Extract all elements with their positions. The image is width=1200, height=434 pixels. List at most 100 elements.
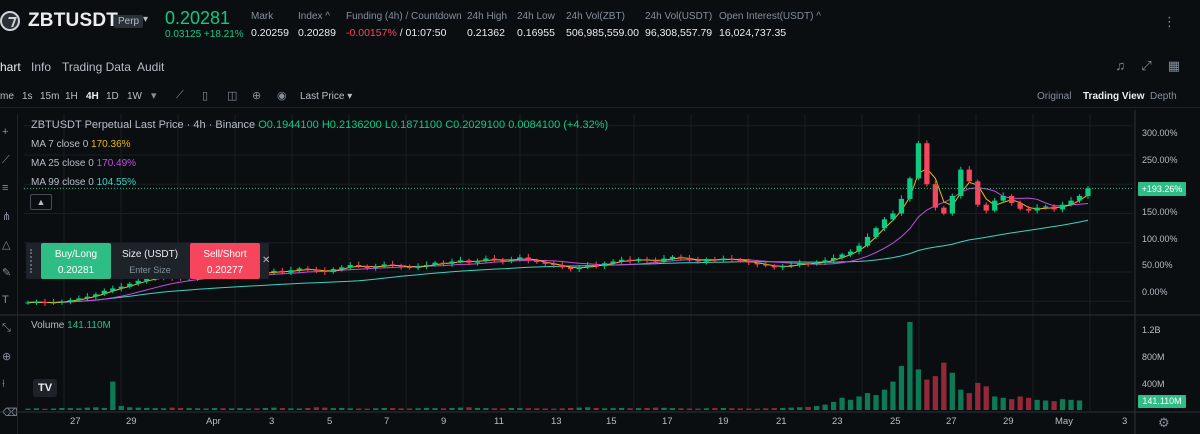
interval-1d[interactable]: 1D [106, 91, 119, 102]
current-volume-tag: 141.110M [1138, 395, 1186, 408]
ma25-legend[interactable]: MA 25 close 0 170.49% [31, 158, 136, 169]
last-price: 0.20281 [165, 8, 231, 28]
symbol-dropdown-icon[interactable]: ▾ [143, 14, 148, 25]
volume-bar [161, 408, 167, 410]
candle-body [983, 204, 989, 211]
interval-4h[interactable]: 4H [86, 91, 99, 102]
volume-bar [339, 407, 345, 410]
tab-trading-data[interactable]: Trading Data [62, 60, 131, 74]
candle-body [542, 262, 548, 264]
view-depth[interactable]: Depth [1150, 91, 1177, 102]
candle-body [127, 283, 133, 287]
candle-body [941, 207, 947, 214]
volume-bar [635, 408, 642, 410]
volume-bar [839, 397, 845, 410]
grid-layout-icon[interactable]: ▦ [1168, 58, 1180, 73]
collapse-legend-button[interactable]: ▲ [30, 194, 52, 210]
candle-body [576, 267, 582, 270]
candle-body [50, 302, 57, 304]
volume-bar [932, 376, 938, 410]
candle-body [881, 219, 888, 229]
volume-bar [517, 408, 523, 410]
volume-bar [975, 382, 981, 410]
volume-axis-tick: 400M [1142, 379, 1165, 389]
stat-value: 0.21362 [467, 27, 505, 39]
candle-body [890, 213, 896, 220]
size-input[interactable]: Size (USDT) Enter Size [113, 243, 187, 279]
expand-icon[interactable]: ⤢ [1141, 58, 1151, 73]
tradingview-logo[interactable]: TV [33, 379, 57, 397]
volume-bar [84, 407, 90, 410]
candle-body [1000, 195, 1006, 201]
volume-bar [406, 408, 413, 410]
sell-short-button[interactable]: Sell/Short 0.20277 [190, 243, 260, 279]
chevron-down-icon[interactable]: ▾ [151, 89, 157, 102]
candle-body [364, 266, 370, 268]
interval-15m[interactable]: 15m [40, 91, 59, 102]
interval-1h[interactable]: 1H [65, 91, 78, 102]
volume-bar [941, 362, 947, 410]
volume-bar [500, 408, 506, 410]
camera-icon[interactable]: ◫ [227, 89, 237, 102]
candle-body [1059, 204, 1066, 210]
candle-body [1034, 207, 1040, 211]
volume-bar [93, 407, 99, 410]
candle-body [924, 143, 930, 185]
close-icon[interactable]: ✕ [262, 255, 270, 266]
volume-bar [788, 407, 794, 410]
volume-bar [1000, 397, 1006, 410]
price-type-select[interactable]: Last Price ▾ [300, 91, 352, 102]
view-original[interactable]: Original [1037, 91, 1071, 102]
candle-body [84, 296, 90, 299]
ma99-label: MA 99 close 0 [31, 177, 94, 188]
bell-icon[interactable]: ♫ [1116, 58, 1126, 73]
volume-bar [949, 372, 955, 410]
tab-info[interactable]: Info [31, 60, 51, 74]
volume-bar [508, 407, 514, 410]
candle-type-icon[interactable]: ▯ [202, 89, 208, 102]
volume-bar [67, 408, 74, 410]
candle-body [534, 260, 540, 263]
symbol-name[interactable]: ZBTUSDT [28, 10, 118, 32]
candle-body [873, 228, 879, 237]
volume-bar [966, 393, 972, 410]
chart-title: ZBTUSDT Perpetual Last Price · 4h · Bina… [31, 119, 256, 131]
volume-bar [152, 408, 158, 410]
view-trading-view[interactable]: Trading View [1083, 91, 1145, 102]
stat-value: 506,985,559.00 [566, 27, 639, 39]
stat-value: 16,024,737.35 [719, 27, 787, 39]
candle-body [356, 265, 362, 267]
volume-bar [33, 408, 40, 410]
chart-toolbar: me 1s 15m 1H 4H 1D 1W ▾ ⟋ ▯ ◫ ⊕ ◉ Last P… [0, 86, 1200, 108]
volume-bar [559, 408, 565, 410]
stat-open-interest[interactable]: Open Interest(USDT) ^ 16,024,737.35 [719, 11, 821, 39]
volume-bar [25, 408, 31, 410]
volume-bar [1034, 399, 1040, 410]
volume-bar [610, 408, 616, 410]
candle-body [59, 301, 65, 303]
tab-chart[interactable]: hart [0, 60, 21, 74]
interval-1w[interactable]: 1W [127, 91, 142, 102]
tab-audit[interactable]: Audit [137, 60, 164, 74]
stat-index[interactable]: Index ^ 0.20289 [298, 11, 336, 39]
replay-icon[interactable]: ◉ [277, 89, 287, 102]
add-icon[interactable]: ⊕ [252, 89, 261, 102]
interval-time[interactable]: me [0, 91, 14, 102]
ma7-legend[interactable]: MA 7 close 0 170.36% [31, 139, 131, 150]
volume-bar [822, 404, 828, 410]
ma7-label: MA 7 close 0 [31, 139, 89, 150]
candle-body [305, 268, 311, 270]
stat-value: 0.16955 [517, 27, 555, 39]
ma99-legend[interactable]: MA 99 close 0 104.55% [31, 177, 136, 188]
volume-bar [797, 407, 803, 410]
indicator-icon[interactable]: ⟋ [176, 89, 184, 102]
date-axis-label: 27 [946, 416, 957, 427]
interval-1s[interactable]: 1s [22, 91, 33, 102]
chart-tabs: hart Info Trading Data Audit [0, 52, 1200, 80]
gear-icon[interactable]: ⚙ [1158, 415, 1170, 431]
ticker-header: ZBTUSDT Perp ▾ 0.20281 0.03125 +18.21% M… [0, 0, 1200, 44]
buy-long-button[interactable]: Buy/Long 0.20281 [41, 243, 111, 279]
more-options-icon[interactable]: ⋮ [1163, 14, 1176, 30]
drag-handle-icon[interactable] [30, 249, 36, 273]
volume-bar [1059, 399, 1066, 410]
